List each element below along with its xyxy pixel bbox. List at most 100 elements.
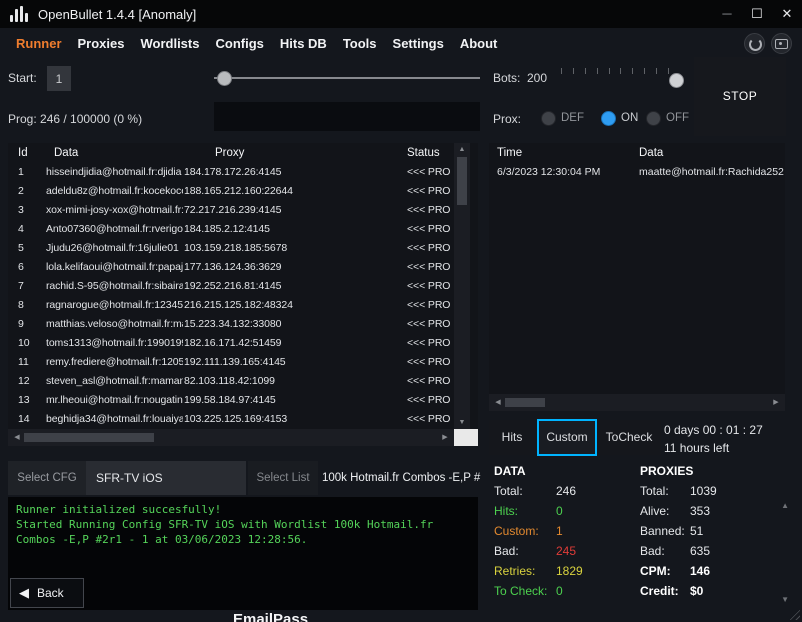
proxy-def-radio[interactable] — [541, 111, 556, 126]
menu-item-tools[interactable]: Tools — [343, 36, 377, 51]
back-button[interactable]: ◀ Back — [10, 578, 84, 608]
scroll-left-icon[interactable]: ◀ — [10, 429, 24, 446]
start-slider[interactable] — [214, 70, 480, 86]
vertical-scroll-thumb[interactable] — [457, 157, 467, 205]
tab-hits[interactable]: Hits — [489, 420, 535, 455]
menu-item-wordlists[interactable]: Wordlists — [140, 36, 199, 51]
table-row[interactable]: 8 ragnarogue@hotmail.fr:123456 216.215.1… — [8, 296, 454, 315]
resize-grip[interactable] — [787, 607, 800, 620]
proxy-def-label[interactable]: DEF — [561, 112, 584, 124]
back-button-label: Back — [37, 586, 64, 600]
cell-data: adeldu8z@hotmail.fr:kocekoce — [46, 185, 183, 197]
stat-custom: Custom: 1 — [494, 524, 563, 538]
proxy-on-label[interactable]: ON — [621, 112, 638, 124]
stat-hits: Hits: 0 — [494, 504, 563, 518]
cell-status: <<< PRO — [407, 318, 451, 330]
table-row[interactable]: 4 Anto07360@hotmail.fr:rverigood 184.185… — [8, 220, 454, 239]
config-name-field[interactable]: SFR-TV iOS — [86, 461, 246, 495]
select-list-button[interactable]: Select List — [248, 461, 318, 495]
table-row[interactable]: 7 rachid.S-95@hotmail.fr:sibairachid 192… — [8, 277, 454, 296]
cell-id: 13 — [18, 394, 30, 406]
menu-item-about[interactable]: About — [460, 36, 498, 51]
cell-id: 8 — [18, 299, 24, 311]
cell-data: beghidja34@hotmail.fr:louaiya — [46, 413, 183, 425]
cell-data: maatte@hotmail.fr:Rachida252 — [639, 166, 784, 178]
menu-item-hitsdb[interactable]: Hits DB — [280, 36, 327, 51]
table-row[interactable]: 3 xox-mimi-josy-xox@hotmail.fr:myl1 72.2… — [8, 201, 454, 220]
column-header-hits-data[interactable]: Data — [631, 143, 785, 163]
proxies-stats-title: PROXIES — [640, 464, 694, 478]
select-cfg-button[interactable]: Select CFG — [8, 461, 86, 495]
menu-item-proxies[interactable]: Proxies — [78, 36, 125, 51]
cell-data: remy.frediere@hotmail.fr:120501rF — [46, 356, 183, 368]
table-row[interactable]: 5 Jjudu26@hotmail.fr:16julie01 103.159.2… — [8, 239, 454, 258]
column-header-data[interactable]: Data — [44, 143, 183, 163]
stat-bad: Bad: 245 — [494, 544, 577, 558]
start-input[interactable] — [47, 66, 71, 91]
horizontal-scroll-thumb[interactable] — [24, 433, 154, 442]
scroll-left-icon[interactable]: ◀ — [491, 394, 505, 411]
table-row[interactable]: 11 remy.frediere@hotmail.fr:120501rF 192… — [8, 353, 454, 372]
cell-data: Jjudu26@hotmail.fr:16julie01 — [46, 242, 179, 254]
table-row[interactable]: 12 steven_asl@hotmail.fr:maman 82.103.11… — [8, 372, 454, 391]
cell-data: rachid.S-95@hotmail.fr:sibairachid — [46, 280, 183, 292]
close-icon[interactable]: ✕ — [772, 0, 802, 28]
cell-proxy: 182.16.171.42:51459 — [184, 337, 282, 349]
stat-proxies-bad: Bad: 635 — [640, 544, 711, 558]
cell-id: 12 — [18, 375, 30, 387]
bots-slider-thumb[interactable] — [669, 73, 684, 88]
results-horizontal-scrollbar[interactable]: ◀ ▶ — [8, 429, 454, 446]
cell-data: lola.kelifaoui@hotmail.fr:papajetaim — [46, 261, 183, 273]
cell-proxy: 199.58.184.97:4145 — [184, 394, 276, 406]
cell-status: <<< PRO — [407, 337, 451, 349]
proxy-off-label[interactable]: OFF — [666, 112, 689, 124]
table-row[interactable]: 2 adeldu8z@hotmail.fr:kocekoce 188.165.2… — [8, 182, 454, 201]
column-header-id[interactable]: Id — [8, 143, 44, 163]
column-header-time[interactable]: Time — [489, 143, 631, 163]
tab-custom[interactable]: Custom — [537, 419, 597, 456]
stat-cpm: CPM: 146 — [640, 564, 711, 578]
proxy-on-radio[interactable] — [601, 111, 616, 126]
cell-status: <<< PRO — [407, 299, 451, 311]
scrollbar-corner — [454, 429, 478, 446]
scroll-right-icon[interactable]: ▶ — [438, 429, 452, 446]
stat-proxies-banned: Banned: 51 — [640, 524, 704, 538]
proxy-off-radio[interactable] — [646, 111, 661, 126]
table-row[interactable]: 14 beghidja34@hotmail.fr:louaiya 103.225… — [8, 410, 454, 429]
table-row[interactable]: 1 hisseindjidia@hotmail.fr:djidia 184.17… — [8, 163, 454, 182]
cell-data: mr.lheoui@hotmail.fr:nougatine123 — [46, 394, 183, 406]
stat-credit: Credit: $0 — [640, 584, 704, 598]
timer-remaining: 11 hours left — [664, 441, 730, 455]
stat-tocheck: To Check: 0 — [494, 584, 563, 598]
start-slider-thumb[interactable] — [217, 71, 232, 86]
menu-item-runner[interactable]: Runner — [16, 36, 62, 51]
minimize-icon[interactable]: ─ — [712, 0, 742, 28]
menu-item-configs[interactable]: Configs — [215, 36, 263, 51]
tab-tocheck[interactable]: ToCheck — [597, 420, 661, 455]
menu-item-settings[interactable]: Settings — [393, 36, 444, 51]
table-row[interactable]: 9 matthias.veloso@hotmail.fr:martine 15.… — [8, 315, 454, 334]
cell-status: <<< PRO — [407, 223, 451, 235]
table-row[interactable]: 10 toms1313@hotmail.fr:19901991 182.16.1… — [8, 334, 454, 353]
bots-slider[interactable] — [557, 66, 685, 88]
horizontal-scroll-thumb[interactable] — [505, 398, 545, 407]
scroll-down-icon[interactable]: ▼ — [454, 419, 470, 426]
scroll-up-icon[interactable]: ▲ — [454, 146, 470, 153]
refresh-icon[interactable] — [744, 32, 765, 54]
log-line: Runner initialized succesfully! — [16, 503, 222, 516]
maximize-icon[interactable]: ☐ — [742, 0, 772, 28]
table-row[interactable]: 13 mr.lheoui@hotmail.fr:nougatine123 199… — [8, 391, 454, 410]
hits-horizontal-scrollbar[interactable]: ◀ ▶ — [489, 394, 785, 411]
table-row[interactable]: 6 lola.kelifaoui@hotmail.fr:papajetaim 1… — [8, 258, 454, 277]
cell-status: <<< PRO — [407, 356, 451, 368]
cell-proxy: 216.215.125.182:48324 — [184, 299, 293, 311]
scroll-right-icon[interactable]: ▶ — [769, 394, 783, 411]
table-row[interactable]: 6/3/2023 12:30:04 PM maatte@hotmail.fr:R… — [489, 163, 785, 182]
cell-id: 6 — [18, 261, 24, 273]
cell-id: 1 — [18, 166, 24, 178]
stop-button[interactable]: STOP — [694, 57, 786, 136]
column-header-proxy[interactable]: Proxy — [183, 143, 399, 163]
cell-data: xox-mimi-josy-xox@hotmail.fr:myl1 — [46, 204, 183, 216]
camera-icon[interactable] — [771, 32, 792, 54]
results-vertical-scrollbar[interactable]: ▲ ▼ — [454, 143, 470, 429]
